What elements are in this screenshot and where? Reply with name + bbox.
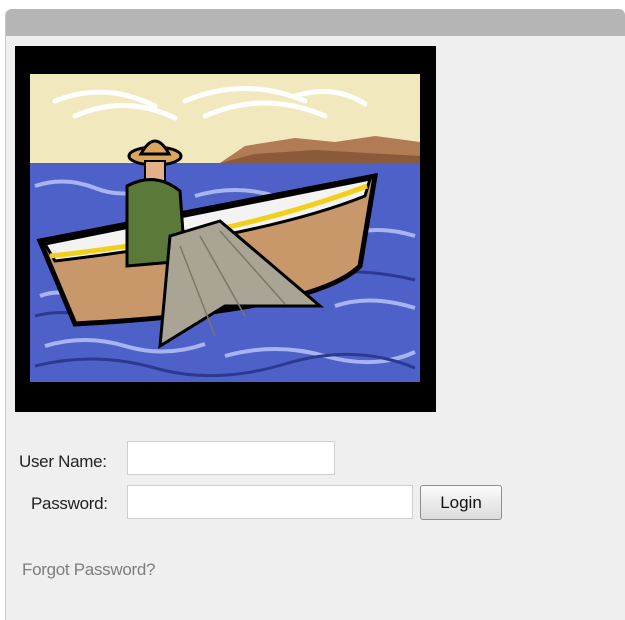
panel-header-bar [6,9,625,36]
password-input[interactable] [127,485,413,519]
forgot-password-link[interactable]: Forgot Password? [22,560,155,580]
username-label: User Name: [19,452,107,471]
login-panel: User Name: Password: Login Forgot Passwo… [5,9,625,620]
fisherman-logo-image [15,46,436,412]
username-input[interactable] [127,441,335,475]
login-button[interactable]: Login [420,485,502,520]
password-label: Password: [31,494,108,513]
